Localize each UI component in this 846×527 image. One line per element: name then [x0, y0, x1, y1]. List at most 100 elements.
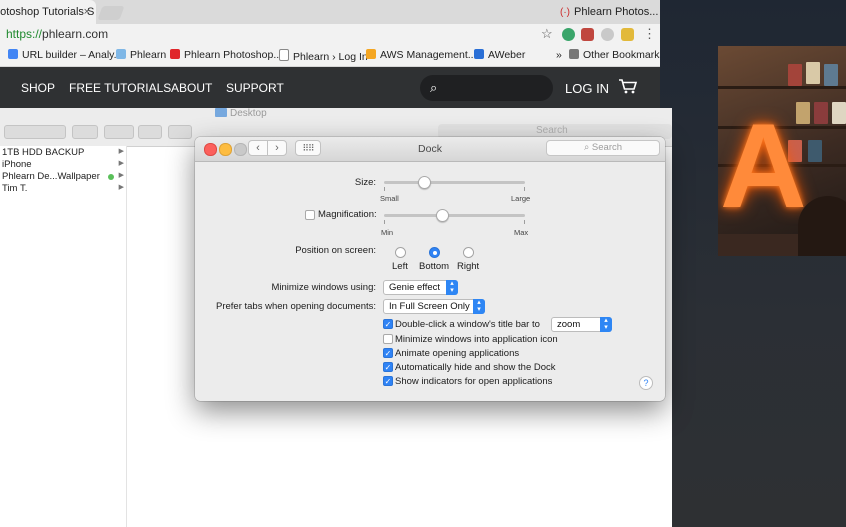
- bookmark-star-icon[interactable]: ☆: [541, 26, 553, 42]
- extension-new-icon[interactable]: [581, 28, 594, 41]
- sidebar-item-label: Phlearn De...Wallpaper: [2, 171, 100, 182]
- folder-icon: [215, 108, 227, 117]
- bookmark-item[interactable]: Phlearn: [116, 49, 166, 61]
- bookmark-label: Phlearn › Log In: [293, 51, 368, 63]
- search-icon: ⌕: [430, 80, 438, 95]
- bookmark-label: Phlearn Photoshop...: [184, 49, 283, 61]
- size-slider-track[interactable]: [384, 181, 525, 184]
- size-slider-knob[interactable]: [417, 176, 431, 189]
- minimize-into-icon-checkbox[interactable]: [383, 334, 393, 344]
- disclosure-arrow-icon[interactable]: ▶: [119, 159, 124, 167]
- bookmark-item[interactable]: Phlearn › Log In: [279, 49, 368, 63]
- magnification-max-label: Max: [514, 228, 529, 237]
- new-tab-button[interactable]: [97, 6, 125, 20]
- url-host: phlearn.com: [42, 27, 109, 41]
- arrange-button[interactable]: [72, 125, 98, 139]
- browser-menu-icon[interactable]: ⋮: [643, 26, 656, 42]
- site-nav: SHOP FREE TUTORIALS ABOUT SUPPORT ⌕ LOG …: [0, 67, 660, 108]
- extension-folder-icon[interactable]: [621, 28, 634, 41]
- neon-letter-graphic: A: [720, 99, 807, 233]
- bookmarks-bar: URL builder – Analy... Phlearn Phlearn P…: [0, 46, 660, 67]
- minimize-into-icon-label: Minimize windows into application icon: [395, 334, 558, 345]
- sidebar-item-phlearn-wallpaper[interactable]: Phlearn De...Wallpaper ▶: [2, 171, 126, 183]
- animate-opening-checkbox[interactable]: ✓: [383, 348, 393, 358]
- folder-icon: [569, 49, 579, 59]
- minimize-effect-popup[interactable]: Genie effect ▴ ▾: [383, 280, 458, 295]
- bookmark-item[interactable]: Phlearn Photoshop...: [170, 49, 282, 61]
- autohide-dock-checkbox[interactable]: ✓: [383, 362, 393, 372]
- search-placeholder: Search: [591, 142, 623, 153]
- magnification-min-label: Min: [381, 228, 394, 237]
- search-input[interactable]: ⌕ Search: [546, 140, 660, 156]
- browser-tab-active[interactable]: hotoshop Tutorials S ×: [0, 0, 96, 24]
- tags-button[interactable]: [168, 125, 192, 139]
- site-search-input[interactable]: ⌕: [420, 75, 553, 101]
- magnification-slider-track[interactable]: [384, 214, 525, 217]
- tab-strip: hotoshop Tutorials S × (·) Phlearn Photos…: [0, 0, 660, 24]
- position-right-label: Right: [457, 261, 480, 272]
- position-bottom-label: Bottom: [419, 261, 450, 272]
- browser-tab-phlearn[interactable]: (·) Phlearn Photos...: [560, 0, 660, 24]
- nav-link-shop[interactable]: SHOP: [21, 81, 55, 95]
- nav-link-about[interactable]: ABOUT: [171, 81, 212, 95]
- bookmark-item[interactable]: AWeber: [474, 49, 525, 61]
- position-left-label: Left: [392, 261, 408, 272]
- status-dot-icon: [108, 174, 114, 180]
- other-bookmarks-folder[interactable]: Other Bookmarks: [569, 49, 660, 61]
- desktop-photo: A: [718, 46, 846, 256]
- double-click-label: Double-click a window's title bar to: [395, 319, 540, 330]
- sidebar-item-iphone[interactable]: iPhone ▶: [2, 159, 126, 171]
- size-label: Size:: [354, 177, 376, 188]
- bookmark-label: URL builder – Analy...: [22, 49, 123, 61]
- cloud-icon: [116, 49, 126, 59]
- view-mode-buttons[interactable]: [4, 125, 66, 139]
- chevron-updown-icon: ▴ ▾: [473, 299, 485, 314]
- disclosure-arrow-icon[interactable]: ▶: [119, 147, 124, 155]
- magnification-checkbox[interactable]: [305, 210, 315, 220]
- prefer-tabs-popup[interactable]: In Full Screen Only ▴ ▾: [383, 299, 485, 314]
- login-link[interactable]: LOG IN: [565, 81, 609, 96]
- size-min-label: Small: [380, 194, 399, 203]
- bookmark-item[interactable]: AWS Management...: [366, 49, 476, 61]
- double-click-checkbox[interactable]: ✓: [383, 319, 393, 329]
- bookmark-item[interactable]: URL builder – Analy...: [8, 49, 122, 61]
- title-bar: ‹ › ⠿⠿ Dock ⌕ Search: [195, 137, 665, 162]
- bookmarks-overflow-button[interactable]: »: [556, 49, 562, 61]
- share-button[interactable]: [138, 125, 162, 139]
- popup-value: zoom: [557, 319, 581, 330]
- show-indicators-label: Show indicators for open applications: [395, 376, 553, 387]
- double-click-action-popup[interactable]: zoom ▴ ▾: [551, 317, 612, 332]
- disclosure-arrow-icon[interactable]: ▶: [119, 171, 124, 179]
- extension-cloud-icon[interactable]: [601, 28, 614, 41]
- aweber-icon: [474, 49, 484, 59]
- nav-link-free-tutorials[interactable]: FREE TUTORIALS: [69, 81, 171, 95]
- chevron-updown-icon: ▴ ▾: [600, 317, 612, 332]
- cart-icon[interactable]: [618, 78, 638, 99]
- tab-title: Phlearn Photos...: [574, 6, 659, 18]
- url-scheme: https://: [6, 27, 43, 41]
- sidebar-item-1tb-hdd-backup[interactable]: 1TB HDD BACKUP ▶: [2, 147, 126, 159]
- nav-link-support[interactable]: SUPPORT: [226, 81, 284, 95]
- extension-grammarly-icon[interactable]: [562, 28, 575, 41]
- prefer-tabs-label: Prefer tabs when opening documents:: [215, 301, 376, 312]
- search-icon: ⌕: [583, 142, 592, 153]
- close-icon[interactable]: ×: [84, 0, 90, 24]
- magnification-slider-knob[interactable]: [436, 209, 450, 222]
- show-indicators-checkbox[interactable]: ✓: [383, 376, 393, 386]
- finder-sidebar: 1TB HDD BACKUP ▶ iPhone ▶ Phlearn De...Wal…: [0, 146, 127, 527]
- disclosure-arrow-icon[interactable]: ▶: [119, 183, 124, 191]
- finder-title-text: Desktop: [230, 108, 267, 119]
- url-field[interactable]: https://phlearn.com: [6, 27, 108, 41]
- popup-value: In Full Screen Only: [389, 301, 470, 312]
- phlearn-favicon-icon: (·): [560, 7, 570, 18]
- sidebar-item-tim-t[interactable]: Tim T. ▶: [2, 183, 126, 195]
- bookmark-label: Phlearn: [130, 49, 167, 61]
- minimize-label: Minimize windows using:: [271, 282, 376, 293]
- address-bar[interactable]: https://phlearn.com ☆ ⋮: [0, 24, 660, 46]
- youtube-icon: [170, 49, 180, 59]
- position-bottom-radio[interactable]: [429, 247, 440, 258]
- position-right-radio[interactable]: [463, 247, 474, 258]
- position-left-radio[interactable]: [395, 247, 406, 258]
- gear-icon[interactable]: [104, 125, 134, 139]
- help-button[interactable]: ?: [639, 376, 653, 390]
